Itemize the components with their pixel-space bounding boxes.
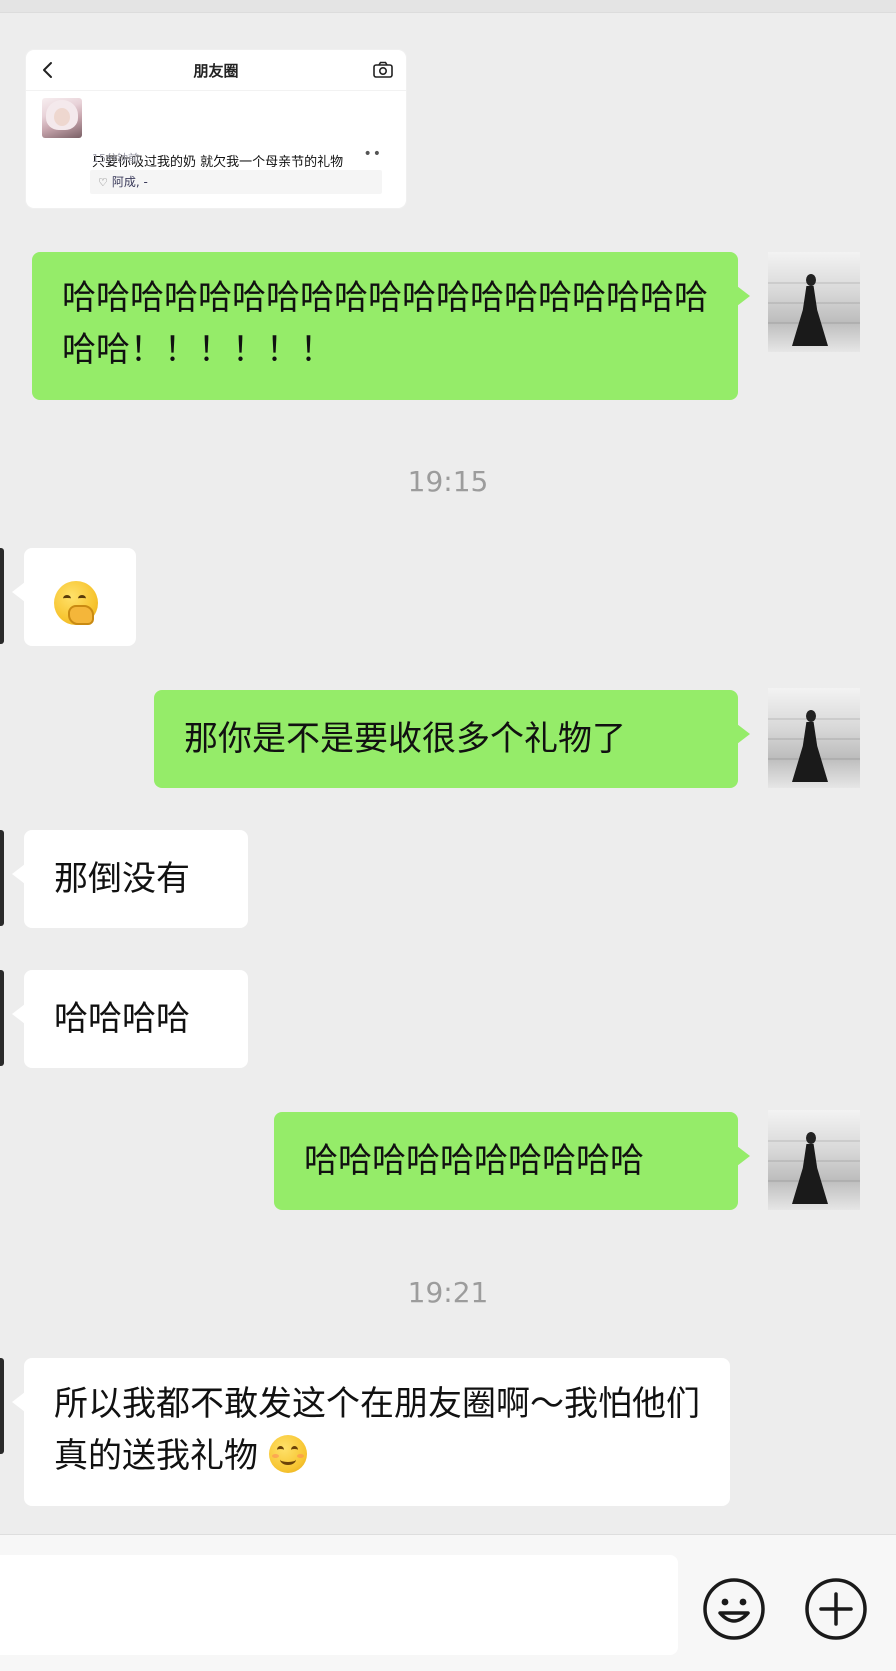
- message-text: 哈哈哈哈哈哈哈哈哈哈哈哈哈哈哈哈哈哈哈哈哈！！！！！！: [62, 278, 708, 370]
- moment-likes: ♡ 阿成, -: [90, 170, 382, 194]
- message-bubble-self[interactable]: 那你是不是要收很多个礼物了: [154, 690, 750, 788]
- other-avatar[interactable]: [0, 1358, 4, 1454]
- timestamp: 19:15: [407, 465, 489, 498]
- camera-icon: [373, 61, 393, 78]
- likes-names: 阿成, -: [111, 175, 148, 189]
- moments-header: 朋友圈: [26, 50, 406, 91]
- message-text: 哈哈哈哈: [54, 999, 190, 1039]
- message-bubble-other[interactable]: 所以我都不敢发这个在朋友圈啊～我怕他们真的送我礼物: [12, 1358, 730, 1506]
- message-bubble-self[interactable]: 哈哈哈哈哈哈哈哈哈哈: [274, 1112, 750, 1210]
- message-text: 那倒没有: [54, 859, 190, 899]
- message-text: 所以我都不敢发这个在朋友圈啊～我怕他们真的送我礼物: [54, 1384, 700, 1476]
- message-input[interactable]: [0, 1555, 678, 1655]
- message-text: 哈哈哈哈哈哈哈哈哈哈: [304, 1141, 644, 1181]
- top-edge: [0, 0, 896, 13]
- self-avatar[interactable]: [768, 688, 860, 788]
- other-avatar[interactable]: [0, 830, 4, 926]
- heart-icon: ♡: [98, 176, 108, 189]
- add-plus-icon[interactable]: [804, 1577, 868, 1641]
- moment-timestamp: 15分钟前: [92, 152, 139, 165]
- self-avatar[interactable]: [768, 252, 860, 352]
- moments-title: 朋友圈: [193, 62, 239, 80]
- smile-emoji: [268, 1435, 307, 1473]
- message-bubble-self[interactable]: 哈哈哈哈哈哈哈哈哈哈哈哈哈哈哈哈哈哈哈哈哈！！！！！！: [32, 252, 750, 400]
- self-avatar[interactable]: [768, 1110, 860, 1210]
- message-bubble-other[interactable]: 那倒没有: [12, 830, 248, 928]
- message-bubble-other[interactable]: 哈哈哈哈: [12, 970, 248, 1068]
- other-avatar[interactable]: [0, 970, 4, 1066]
- shared-moments-image[interactable]: 朋友圈 只要你吸过我的奶 就欠我一个母亲节的礼物 15分钟前 •• ♡ 阿成, -: [26, 50, 406, 208]
- message-text: 那你是不是要收很多个礼物了: [184, 719, 626, 759]
- poster-avatar: [42, 98, 82, 138]
- moment-more-button: ••: [363, 146, 382, 162]
- hand-over-mouth-emoji: [54, 580, 98, 625]
- timestamp: 19:21: [407, 1276, 489, 1309]
- chat-input-bar: [0, 1534, 896, 1671]
- other-avatar[interactable]: [0, 548, 4, 644]
- message-bubble-other[interactable]: [12, 548, 136, 646]
- emoji-face-icon[interactable]: [702, 1577, 766, 1641]
